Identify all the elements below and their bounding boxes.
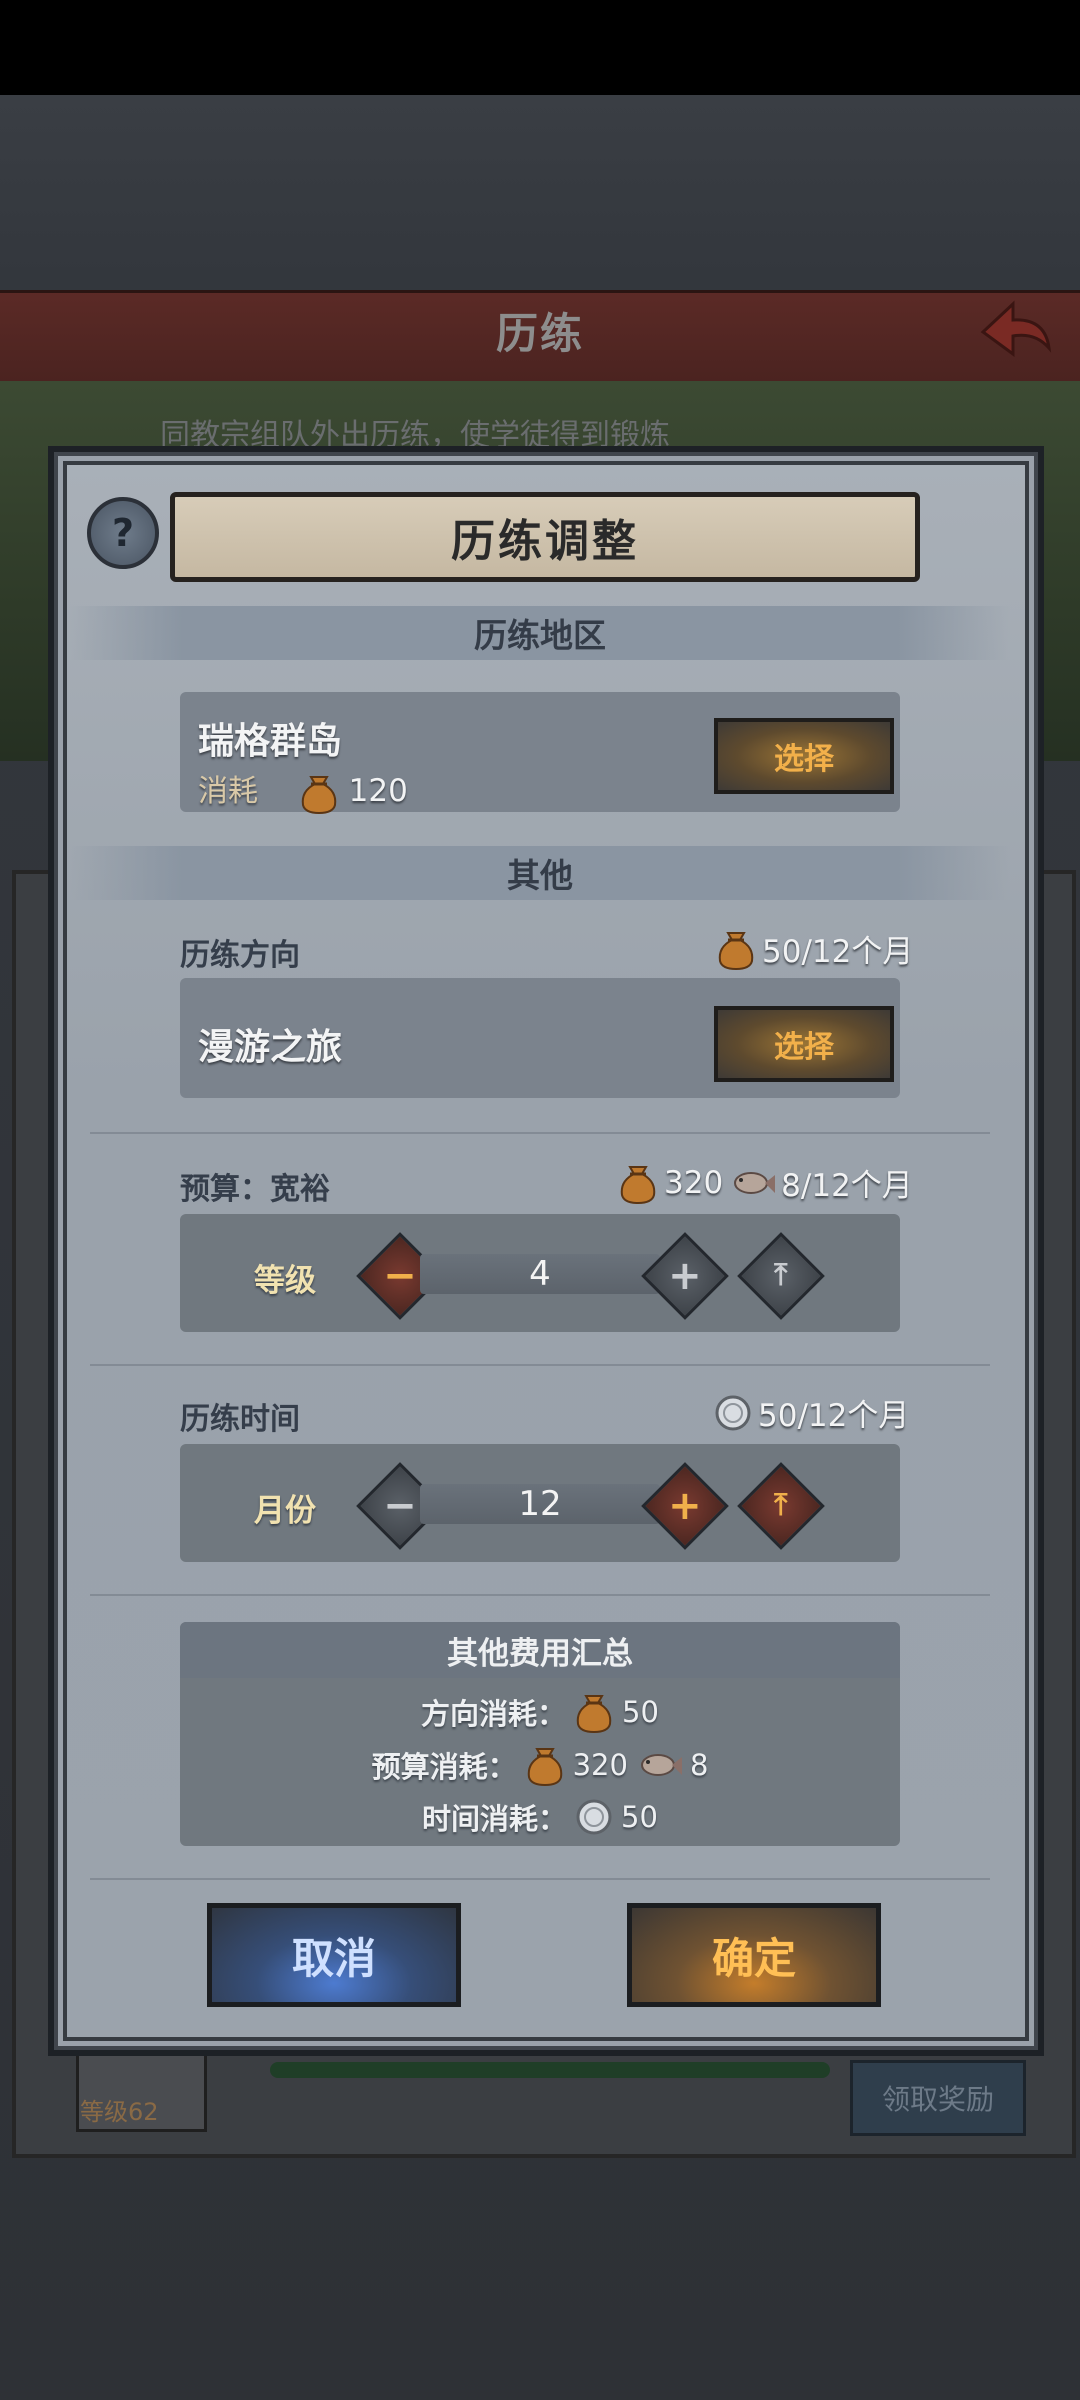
summary-direction-key: 方向消耗： [421, 1697, 567, 1731]
confirm-label: 确定 [711, 1933, 796, 1983]
time-month-label: 月份 [254, 1493, 316, 1529]
status-bar [0, 0, 1080, 95]
summary-budget-key: 预算消耗： [371, 1750, 517, 1784]
fish-icon [734, 1171, 776, 1194]
other-section-title: 其他 [507, 856, 573, 895]
region-cost-value: 120 [348, 773, 408, 809]
divider [90, 1364, 990, 1366]
region-select-label: 选择 [774, 742, 834, 777]
summary-budget-bags: 320 [572, 1748, 628, 1782]
region-select-button[interactable]: 选择 [714, 718, 894, 794]
time-cost-value: 50/12个月 [758, 1398, 910, 1434]
minus-icon: − [383, 1252, 417, 1299]
background-title: 历练 [495, 309, 584, 358]
plus-icon: + [668, 1252, 702, 1299]
time-month-value-bar: 12 [420, 1484, 660, 1524]
money-bag-icon [576, 1695, 612, 1734]
summary-header: 其他费用汇总 [180, 1622, 900, 1678]
dialog-title-plate: 历练调整 [170, 492, 920, 582]
budget-cost: 320 8/12个月 [618, 1160, 913, 1205]
region-cost-text: 消耗 [198, 774, 258, 809]
region-name: 瑞格群岛 [198, 721, 343, 762]
time-cost: 50/12个月 [714, 1390, 909, 1435]
fish-icon [640, 1754, 682, 1776]
region-cost-label: 消耗 120 [198, 766, 408, 815]
max-arrow-icon: ⤒ [774, 1257, 788, 1293]
budget-cost-fish: 8/12个月 [781, 1168, 913, 1204]
money-bag-icon [718, 931, 754, 970]
cancel-button[interactable]: 取消 [207, 1903, 461, 2007]
back-arrow-icon[interactable] [975, 296, 1055, 362]
divider [90, 1878, 990, 1880]
direction-select-label: 选择 [774, 1030, 834, 1065]
background-progress-bar [270, 2062, 830, 2078]
summary-budget-row: 预算消耗： 320 8 [180, 1743, 900, 1787]
summary-direction-row: 方向消耗： 50 [180, 1690, 900, 1734]
budget-level-value-bar: 4 [420, 1254, 660, 1294]
confirm-button[interactable]: 确定 [627, 1903, 881, 2007]
summary-direction-value: 50 [622, 1695, 659, 1729]
money-bag-icon [620, 1165, 656, 1204]
summary-budget-fish: 8 [689, 1748, 709, 1782]
direction-name: 漫游之旅 [198, 1027, 343, 1068]
cancel-label: 取消 [291, 1933, 376, 1983]
summary-time-row: 时间消耗： 50 [180, 1796, 900, 1838]
silver-coin-icon [715, 1395, 751, 1430]
budget-label: 预算：宽裕 [180, 1172, 330, 1207]
time-month-value: 12 [518, 1484, 562, 1524]
region-section-title: 历练地区 [474, 616, 606, 655]
direction-select-button[interactable]: 选择 [714, 1006, 894, 1082]
budget-level-value: 4 [529, 1254, 551, 1294]
budget-level-label: 等级 [254, 1263, 316, 1299]
direction-cost-value: 50/12个月 [762, 934, 914, 970]
money-bag-icon [301, 775, 337, 814]
budget-cost-bags: 320 [664, 1164, 724, 1201]
region-section-header: 历练地区 [70, 606, 1010, 660]
other-section-header: 其他 [70, 846, 1010, 900]
direction-cost: 50/12个月 [716, 926, 913, 971]
plus-icon: + [668, 1482, 702, 1529]
direction-label: 历练方向 [180, 938, 300, 973]
divider [90, 1132, 990, 1134]
summary-time-key: 时间消耗： [422, 1802, 568, 1836]
time-label: 历练时间 [180, 1402, 300, 1437]
minus-icon: − [383, 1482, 417, 1529]
silver-coin-icon [576, 1799, 612, 1835]
summary-title: 其他费用汇总 [447, 1635, 633, 1672]
background-level-label: 等级62 [80, 2098, 159, 2126]
money-bag-icon [527, 1748, 562, 1787]
question-icon[interactable]: ? [87, 497, 159, 569]
summary-time-value: 50 [621, 1800, 658, 1834]
max-arrow-icon: ⤒ [774, 1487, 788, 1523]
claim-reward-button[interactable]: 领取奖励 [850, 2060, 1026, 2136]
dialog-title: 历练调整 [451, 516, 639, 567]
divider [90, 1594, 990, 1596]
